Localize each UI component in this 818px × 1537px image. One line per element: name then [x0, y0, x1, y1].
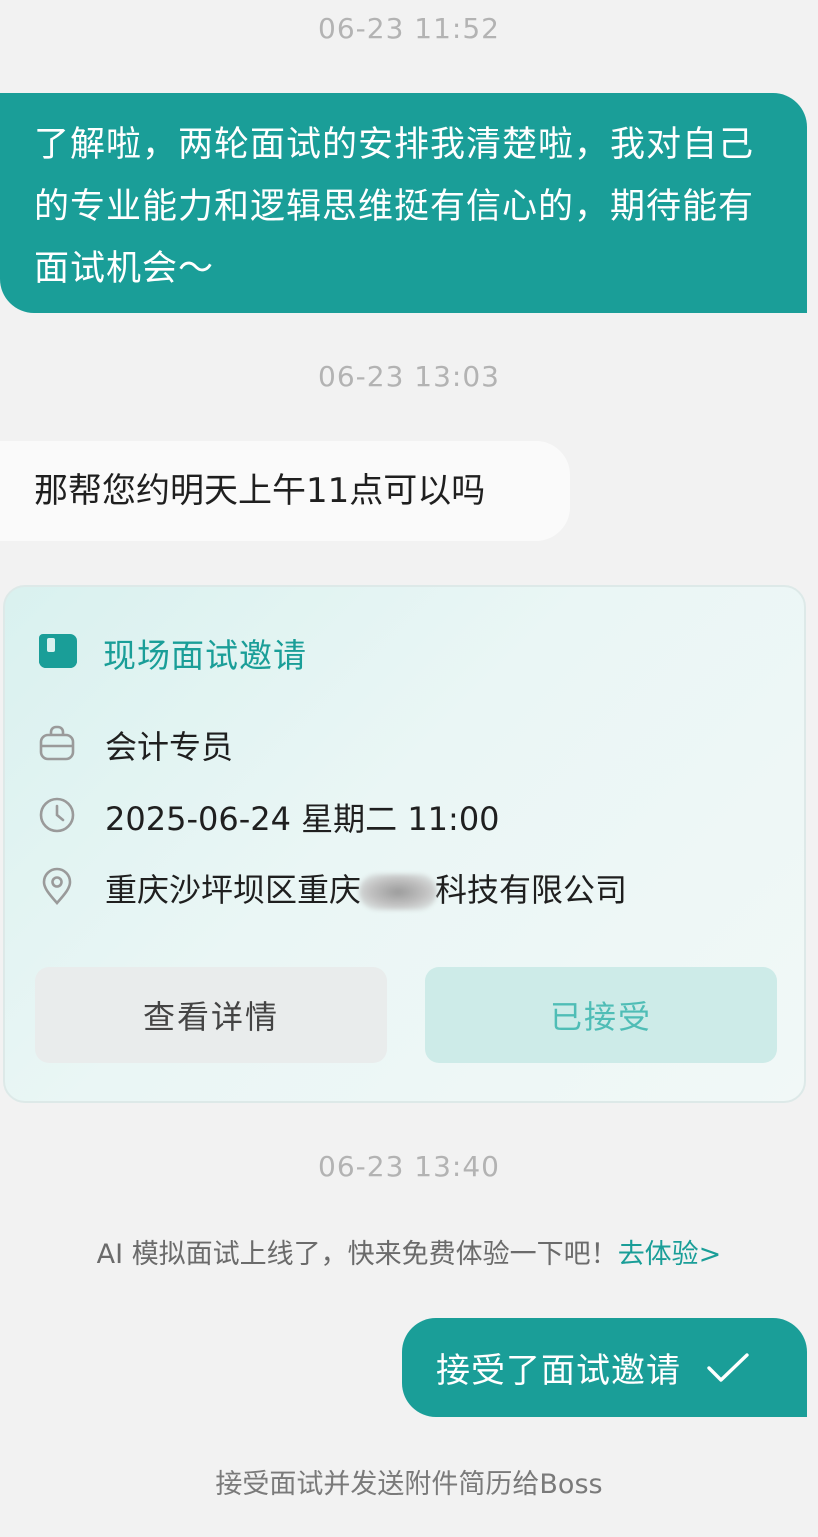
try-it-link[interactable]: 去体验>	[618, 1239, 722, 1270]
invite-card-header: 现场面试邀请	[37, 627, 307, 679]
interview-icon	[37, 630, 79, 676]
redacted-blur	[359, 874, 438, 910]
accepted-status-button[interactable]: 已接受	[425, 967, 777, 1063]
timestamp: 06-23 11:52	[318, 12, 500, 45]
outgoing-message-bubble[interactable]: 了解啦，两轮面试的安排我清楚啦，我对自己的专业能力和逻辑思维挺有信心的，期待能有…	[0, 93, 807, 313]
address-text: 重庆沙坪坝区重庆 科技有限公司	[105, 865, 627, 911]
briefcase-icon	[37, 723, 77, 767]
interview-invite-card[interactable]: 现场面试邀请 会计专员 2025-06-24 星期二 11:00 重庆沙坪坝区重…	[3, 585, 806, 1103]
address-row: 重庆沙坪坝区重庆 科技有限公司	[37, 864, 627, 912]
location-pin-icon	[37, 866, 77, 910]
datetime-row: 2025-06-24 星期二 11:00	[37, 793, 500, 841]
invite-card-title: 现场面试邀请	[103, 636, 307, 675]
position-row: 会计专员	[37, 721, 233, 769]
ai-mock-interview-promo: AI 模拟面试上线了，快来免费体验一下吧！去体验>	[0, 1232, 818, 1271]
promo-text: AI 模拟面试上线了，快来免费体验一下吧！	[96, 1239, 618, 1270]
view-details-button[interactable]: 查看详情	[35, 967, 387, 1063]
address-suffix: 科技有限公司	[435, 871, 628, 909]
position-text: 会计专员	[105, 728, 234, 766]
datetime-text: 2025-06-24 星期二 11:00	[105, 800, 500, 838]
accepted-invite-message[interactable]: 接受了面试邀请	[402, 1318, 807, 1417]
check-icon	[705, 1351, 751, 1385]
message-text: 那帮您约明天上午11点可以吗	[34, 471, 486, 511]
clock-icon	[37, 795, 77, 839]
timestamp: 06-23 13:03	[318, 360, 500, 393]
timestamp: 06-23 13:40	[318, 1150, 500, 1183]
message-text: 了解啦，两轮面试的安排我清楚啦，我对自己的专业能力和逻辑思维挺有信心的，期待能有…	[34, 125, 755, 289]
address-prefix: 重庆沙坪坝区重庆	[105, 871, 362, 909]
system-note: 接受面试并发送附件简历给Boss	[215, 1469, 603, 1500]
incoming-message-bubble[interactable]: 那帮您约明天上午11点可以吗	[0, 441, 570, 541]
message-text: 接受了面试邀请	[436, 1351, 681, 1391]
